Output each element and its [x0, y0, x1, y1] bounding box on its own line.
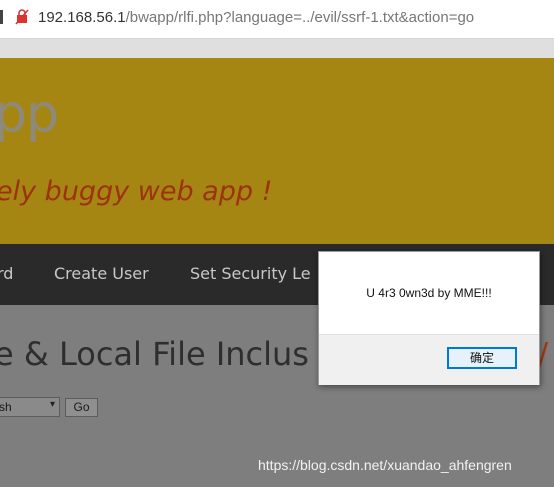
bookmarks-strip [0, 39, 554, 58]
not-secure-icon [15, 9, 29, 25]
alert-message: U 4r3 0wn3d by MME!!! [366, 286, 492, 300]
ok-button[interactable]: 确定 [447, 347, 517, 369]
language-select[interactable]: sh ▾ [0, 397, 60, 417]
alert-footer: 确定 [319, 334, 539, 385]
page-title: e & Local File Inclus [0, 335, 309, 373]
go-button[interactable]: Go [65, 398, 98, 417]
url-path: /bwapp/rlfi.php?language=../evil/ssrf-1.… [125, 9, 475, 26]
watermark-text: https://blog.csdn.net/xuandao_ahfengren [258, 457, 512, 473]
site-header: pp ely buggy web app ! [0, 58, 554, 244]
nav-item-partial[interactable]: rd [0, 264, 13, 283]
nav-item-set-security-level[interactable]: Set Security Le [190, 264, 311, 283]
url-host: 192.168.56.1 [38, 9, 126, 26]
language-select-value: sh [0, 400, 12, 414]
url-text[interactable]: 192.168.56.1/bwapp/rlfi.php?language=../… [38, 9, 474, 26]
partial-toolbar-icon [0, 10, 3, 24]
alert-dialog: U 4r3 0wn3d by MME!!! 确定 [318, 251, 540, 385]
chevron-down-icon: ▾ [49, 399, 55, 410]
address-bar[interactable]: 192.168.56.1/bwapp/rlfi.php?language=../… [0, 0, 554, 39]
site-logo: pp [0, 84, 59, 144]
site-tagline: ely buggy web app ! [0, 176, 273, 207]
nav-item-create-user[interactable]: Create User [54, 264, 149, 283]
